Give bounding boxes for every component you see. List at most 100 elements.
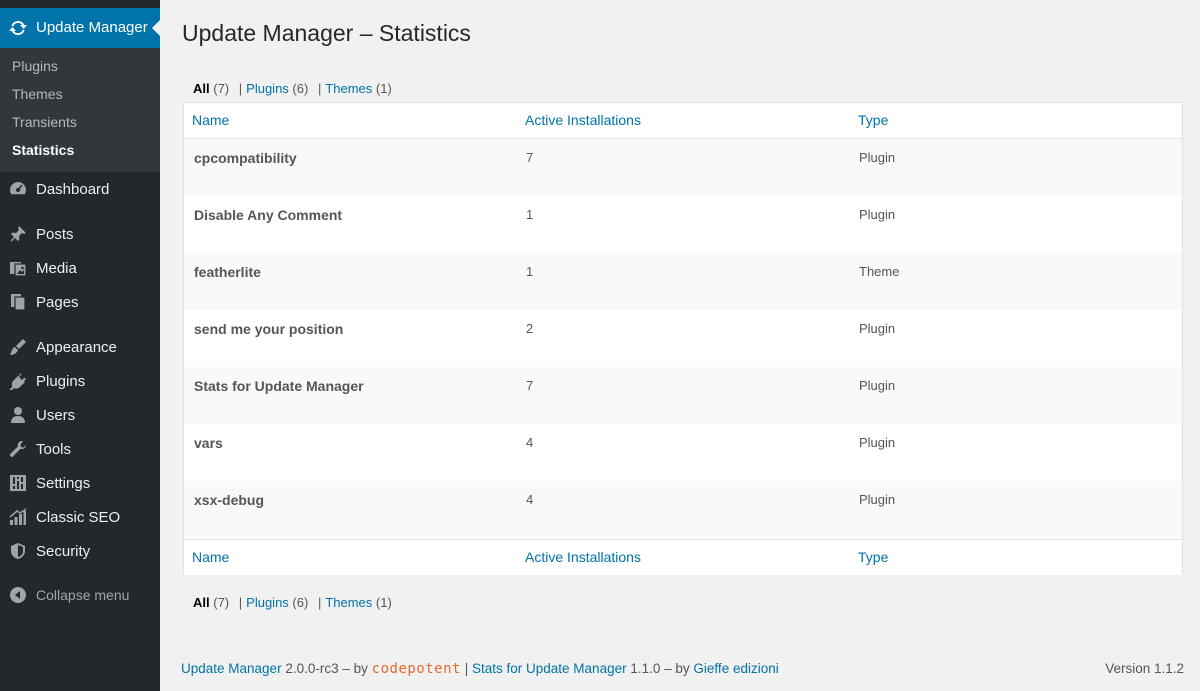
table-header: Name Active Installations Type [184, 103, 1182, 139]
author-link[interactable]: Gieffe edizioni [693, 661, 778, 676]
submenu-item-statistics[interactable]: Statistics [12, 142, 74, 158]
row-type: Plugin [859, 435, 896, 450]
update-manager-version: 2.0.0-rc3 – by [285, 661, 368, 676]
sidebar-item-appearance[interactable]: Appearance [0, 330, 160, 364]
filter-plugins[interactable]: Plugins [246, 81, 289, 96]
row-name: Stats for Update Manager [194, 378, 364, 394]
sidebar-item-pages[interactable]: Pages [0, 285, 160, 319]
row-type: Plugin [859, 321, 896, 336]
filter-plugins[interactable]: Plugins [246, 595, 289, 610]
wrench-icon [9, 440, 27, 458]
row-name: vars [194, 435, 223, 451]
user-icon [9, 406, 27, 424]
column-footer-active-installations[interactable]: Active Installations [525, 549, 641, 565]
sidebar-item-update-manager[interactable]: Update Manager [0, 8, 160, 48]
filter-plugins-count: (6) [292, 81, 309, 96]
sidebar-item-label: Media [36, 260, 77, 277]
row-installations: 4 [526, 435, 534, 450]
filter-themes[interactable]: Themes [325, 81, 372, 96]
row-installations: 7 [526, 378, 534, 393]
column-footer-type[interactable]: Type [858, 549, 888, 565]
row-type: Theme [859, 264, 900, 279]
update-manager-link[interactable]: Update Manager [181, 661, 282, 676]
dashboard-icon [9, 180, 27, 198]
table-row: Stats for Update Manager 7 Plugin [184, 367, 1182, 424]
sidebar-item-posts[interactable]: Posts [0, 217, 160, 251]
sidebar-item-security[interactable]: Security [0, 534, 160, 568]
row-type: Plugin [859, 150, 896, 165]
stats-plugin-version: 1.1.0 – by [630, 661, 690, 676]
pages-icon [9, 293, 27, 311]
table-row: cpcompatibility 7 Plugin [184, 139, 1182, 196]
codepotent-brand[interactable]: codepotent [372, 661, 461, 677]
row-type: Plugin [859, 207, 896, 222]
submenu-item-plugins[interactable]: Plugins [12, 58, 58, 74]
sidebar-item-label: Dashboard [36, 181, 110, 198]
filter-links-top: All (7) | Plugins (6) | Themes (1) [193, 81, 392, 96]
sidebar-item-settings[interactable]: Settings [0, 466, 160, 500]
row-installations: 1 [526, 207, 534, 222]
column-header-name[interactable]: Name [192, 112, 229, 128]
column-header-type[interactable]: Type [858, 112, 888, 128]
sidebar-submenu: Plugins Themes Transients Statistics [0, 48, 160, 172]
shield-icon [9, 542, 27, 560]
sidebar-item-label: Users [36, 407, 76, 424]
footer-pipe: | [464, 661, 469, 676]
sidebar-item-tools[interactable]: Tools [0, 432, 160, 466]
submenu-item-transients[interactable]: Transients [12, 114, 77, 130]
admin-sidebar: Update Manager Plugins Themes Transients… [0, 0, 160, 691]
plug-icon [9, 372, 27, 390]
row-installations: 2 [526, 321, 534, 336]
column-header-active-installations[interactable]: Active Installations [525, 112, 641, 128]
row-installations: 4 [526, 492, 534, 507]
sidebar-item-label: Posts [36, 226, 74, 243]
brush-icon [9, 338, 27, 356]
filter-separator: | [317, 81, 322, 96]
collapse-menu-button[interactable]: Collapse menu [0, 578, 160, 612]
filter-separator: | [238, 595, 243, 610]
table-row: send me your position 2 Plugin [184, 310, 1182, 367]
filter-themes[interactable]: Themes [325, 595, 372, 610]
row-name: featherlite [194, 264, 261, 280]
filter-separator: | [317, 595, 322, 610]
media-icon [9, 259, 27, 277]
filter-all-count: (7) [213, 595, 230, 610]
sidebar-item-label: Pages [36, 294, 79, 311]
row-name: Disable Any Comment [194, 207, 343, 223]
collapse-arrow-icon [9, 586, 27, 604]
sidebar-item-dashboard[interactable]: Dashboard [0, 172, 160, 206]
sidebar-item-media[interactable]: Media [0, 251, 160, 285]
filter-all[interactable]: All [193, 595, 210, 610]
sidebar-current-label: Update Manager [36, 19, 148, 36]
filter-all-count: (7) [213, 81, 230, 96]
filter-themes-count: (1) [375, 595, 392, 610]
table-row: xsx-debug 4 Plugin [184, 481, 1182, 538]
sidebar-item-plugins[interactable]: Plugins [0, 364, 160, 398]
wp-version: Version 1.1.2 [1105, 661, 1184, 676]
sidebar-item-classic-seo[interactable]: Classic SEO [0, 500, 160, 534]
chart-icon [9, 508, 27, 526]
collapse-menu-label: Collapse menu [36, 587, 130, 603]
row-installations: 1 [526, 264, 534, 279]
page-title: Update Manager – Statistics [182, 20, 471, 46]
row-type: Plugin [859, 378, 896, 393]
footer-credits: Update Manager 2.0.0-rc3 – by codepotent… [181, 661, 779, 677]
filter-plugins-count: (6) [292, 595, 309, 610]
sidebar-item-label: Tools [36, 441, 72, 458]
statistics-table: Name Active Installations Type cpcompati… [183, 102, 1183, 575]
sliders-icon [9, 474, 27, 492]
filter-all[interactable]: All [193, 81, 210, 96]
filter-separator: | [238, 81, 243, 96]
filter-themes-count: (1) [375, 81, 392, 96]
sidebar-item-label: Plugins [36, 373, 86, 390]
sidebar-item-label: Appearance [36, 339, 117, 356]
sidebar-item-label: Security [36, 543, 91, 560]
sidebar-item-label: Settings [36, 475, 91, 492]
sidebar-item-users[interactable]: Users [0, 398, 160, 432]
table-footer: Name Active Installations Type [184, 539, 1182, 575]
table-row: Disable Any Comment 1 Plugin [184, 196, 1182, 253]
submenu-item-themes[interactable]: Themes [12, 86, 63, 102]
column-footer-name[interactable]: Name [192, 549, 229, 565]
row-installations: 7 [526, 150, 534, 165]
stats-plugin-link[interactable]: Stats for Update Manager [472, 661, 627, 676]
